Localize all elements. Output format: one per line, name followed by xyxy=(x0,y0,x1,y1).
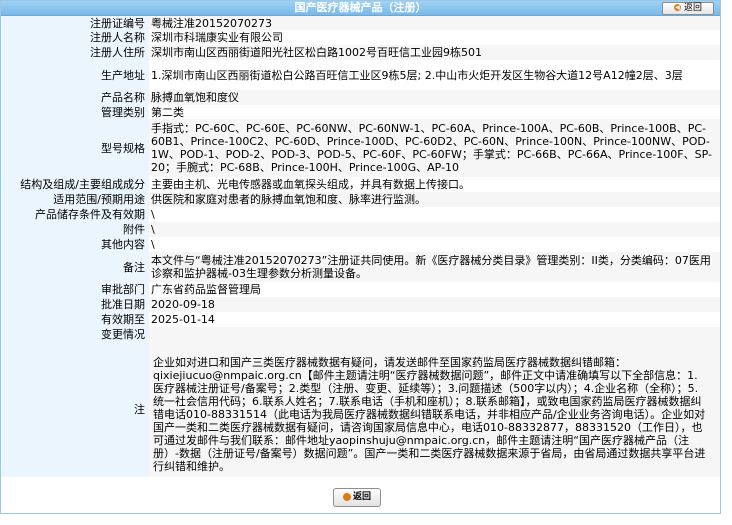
field-value: 本文件与“粤械注准20152070273”注册证共同使用。新《医疗器械分类目录》… xyxy=(149,252,720,282)
row-management-category: 管理类别 第二类 xyxy=(1,105,720,119)
field-label: 适用范围/预期用途 xyxy=(1,192,149,207)
field-label: 附件 xyxy=(1,222,149,237)
field-label: 结构及组成/主要组成成分 xyxy=(1,177,149,192)
field-label: 注册人名称 xyxy=(1,30,149,45)
field-value: 广东省药品监督管理局 xyxy=(149,282,720,297)
field-value: 脉搏血氧饱和度仪 xyxy=(149,90,720,105)
row-registrant-name: 注册人名称 深圳市科瑞康实业有限公司 xyxy=(1,30,720,45)
row-remarks: 备注 本文件与“粤械注准20152070273”注册证共同使用。新《医疗器械分类… xyxy=(1,252,720,282)
row-change-status: 变更情况 xyxy=(1,327,720,342)
row-product-name: 产品名称 脉搏血氧饱和度仪 xyxy=(1,90,720,105)
back-button-bottom-label: 返回 xyxy=(352,492,371,502)
field-value xyxy=(149,327,720,342)
field-label: 管理类别 xyxy=(1,105,149,119)
row-valid-until: 有效期至 2025-01-14 xyxy=(1,312,720,327)
row-approval-date: 批准日期 2020-09-18 xyxy=(1,297,720,312)
page-title: 国产医疗器械产品（注册） xyxy=(294,1,427,14)
row-intended-use: 适用范围/预期用途 供医院和家庭对患者的脉搏血氧饱和度、脉率进行监测。 xyxy=(1,192,720,207)
registration-info-table: 注册证编号 粤械注准20152070273 注册人名称 深圳市科瑞康实业有限公司… xyxy=(1,16,720,477)
field-label: 产品名称 xyxy=(1,90,149,105)
row-production-address: 生产地址 1.深圳市南山区西丽街道松白公路百旺信工业区9栋5层; 2.中山市火炬… xyxy=(1,60,720,90)
field-value: 供医院和家庭对患者的脉搏血氧饱和度、脉率进行监测。 xyxy=(149,192,720,207)
back-arrow-icon: ◀ xyxy=(673,4,681,11)
field-label: 审批部门 xyxy=(1,282,149,297)
row-notice: 注 企业如对进口和国产三类医疗器械数据有疑问，请发送邮件至国家药监局医疗器械数据… xyxy=(1,342,720,477)
back-button-top[interactable]: ◀ 返回 xyxy=(662,2,714,15)
row-registrant-address: 注册人住所 深圳市南山区西丽街道阳光社区松白路1002号百旺信工业园9栋501 xyxy=(1,45,720,60)
field-value: 主要由主机、光电传感器或血氧探头组成，并具有数据上传接口。 xyxy=(149,177,720,192)
field-value: \ xyxy=(149,222,720,237)
field-value: \ xyxy=(149,237,720,252)
row-other-content: 其他内容 \ xyxy=(1,237,720,252)
back-button-top-label: 返回 xyxy=(683,3,702,13)
field-label: 其他内容 xyxy=(1,237,149,252)
field-label: 批准日期 xyxy=(1,297,149,312)
row-structure-composition: 结构及组成/主要组成成分 主要由主机、光电传感器或血氧探头组成，并具有数据上传接… xyxy=(1,177,720,192)
field-value: 深圳市科瑞康实业有限公司 xyxy=(149,30,720,45)
title-bar: 国产医疗器械产品（注册） ◀ 返回 xyxy=(1,1,720,16)
field-value: 手指式：PC-60C、PC-60E、PC-60NW、PC-60NW-1、PC-6… xyxy=(149,119,720,177)
row-registration-number: 注册证编号 粤械注准20152070273 xyxy=(1,16,720,30)
field-value: 深圳市南山区西丽街道阳光社区松白路1002号百旺信工业园9栋501 xyxy=(149,45,720,60)
field-label: 型号规格 xyxy=(1,119,149,177)
field-value: 第二类 xyxy=(149,105,720,119)
field-label: 备注 xyxy=(1,252,149,282)
field-value: 粤械注准20152070273 xyxy=(149,16,720,30)
notice-label: 注 xyxy=(1,342,149,477)
back-button-bottom[interactable]: 返回 xyxy=(333,488,381,507)
row-storage-conditions: 产品储存条件及有效期 \ xyxy=(1,207,720,222)
field-label: 注册人住所 xyxy=(1,45,149,60)
field-label: 有效期至 xyxy=(1,312,149,327)
row-attachments: 附件 \ xyxy=(1,222,720,237)
field-label: 变更情况 xyxy=(1,327,149,342)
field-value: 2025-01-14 xyxy=(149,312,720,327)
notice-text: 企业如对进口和国产三类医疗器械数据有疑问，请发送邮件至国家药监局医疗器械数据纠错… xyxy=(149,342,720,477)
row-model-specs: 型号规格 手指式：PC-60C、PC-60E、PC-60NW、PC-60NW-1… xyxy=(1,119,720,177)
content-frame: 国产医疗器械产品（注册） ◀ 返回 注册证编号 粤械注准20152070273 注… xyxy=(0,0,721,514)
field-value: 1.深圳市南山区西丽街道松白公路百旺信工业区9栋5层; 2.中山市火炬开发区生物… xyxy=(149,60,720,90)
field-label: 产品储存条件及有效期 xyxy=(1,207,149,222)
row-approval-department: 审批部门 广东省药品监督管理局 xyxy=(1,282,720,297)
back-dot-icon xyxy=(342,492,351,501)
field-label: 生产地址 xyxy=(1,60,149,90)
field-label: 注册证编号 xyxy=(1,16,149,30)
field-value: \ xyxy=(149,207,720,222)
field-value: 2020-09-18 xyxy=(149,297,720,312)
